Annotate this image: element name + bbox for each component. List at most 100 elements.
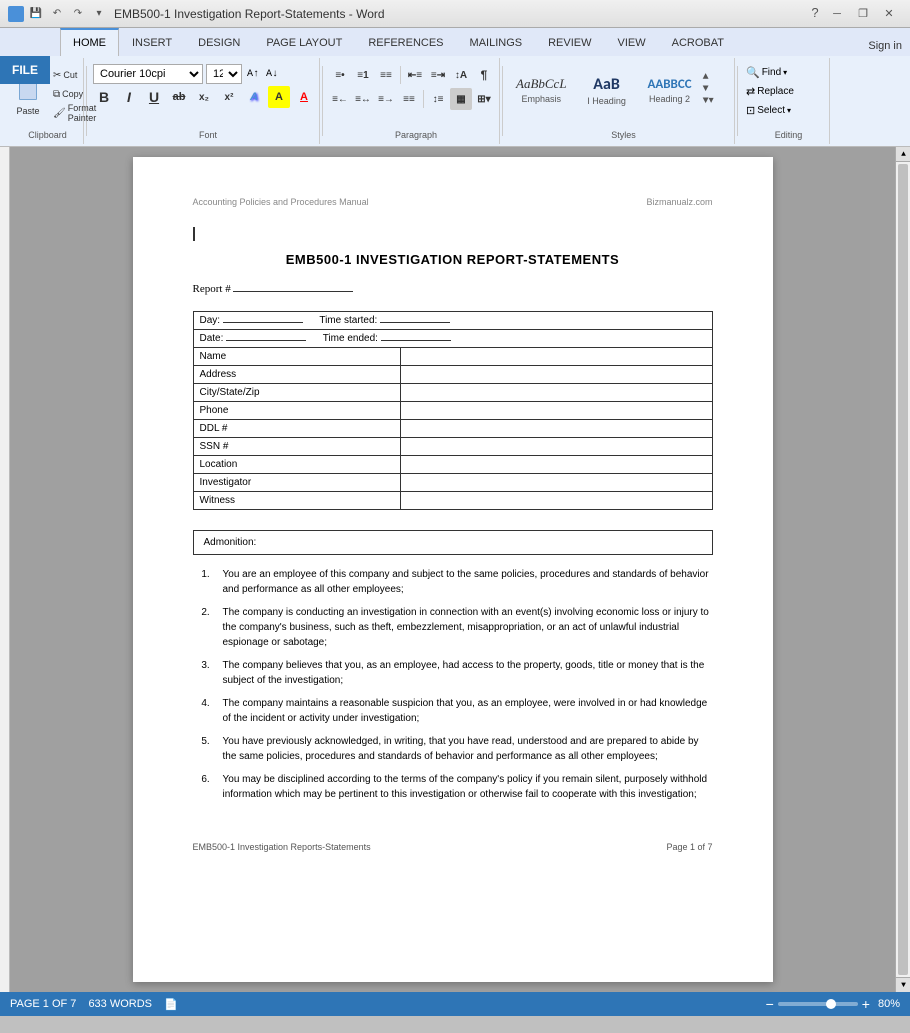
- scroll-up-btn[interactable]: ▲: [896, 147, 910, 162]
- status-bar: PAGE 1 OF 7 633 WORDS 📄 − + 80%: [0, 992, 910, 1016]
- text-effects-btn[interactable]: A: [243, 86, 265, 108]
- zoom-slider[interactable]: − +: [766, 996, 870, 1012]
- word-icon: [8, 6, 24, 22]
- borders-btn[interactable]: ⊞▾: [473, 88, 495, 110]
- file-tab[interactable]: FILE: [0, 56, 50, 84]
- date-line: [226, 340, 306, 341]
- city-row: City/State/Zip: [193, 384, 712, 402]
- font-name-select[interactable]: Courier 10cpi: [93, 64, 203, 84]
- save-quick-btn[interactable]: 💾: [27, 5, 45, 23]
- clipboard-small-btns: ✂ Cut ⧉ Copy 🖌 Format Painter: [50, 64, 78, 122]
- font-size-decrease-btn[interactable]: A↓: [264, 66, 280, 82]
- tab-view[interactable]: VIEW: [605, 28, 659, 56]
- format-painter-btn[interactable]: 🖌 Format Painter: [50, 104, 78, 122]
- redo-quick-btn[interactable]: ↷: [69, 5, 87, 23]
- tab-mailings[interactable]: MAILINGS: [457, 28, 536, 56]
- style-heading1[interactable]: AaB I Heading: [577, 63, 637, 118]
- select-btn[interactable]: ⊡ Select ▾: [744, 102, 796, 119]
- line-spacing-btn[interactable]: ↕≡: [427, 88, 449, 110]
- help-btn[interactable]: ?: [806, 4, 824, 22]
- zoom-track[interactable]: [778, 1002, 858, 1006]
- tab-insert[interactable]: INSERT: [119, 28, 185, 56]
- text-highlight-btn[interactable]: A: [268, 86, 290, 108]
- styles-gallery: AaBbCcL Emphasis AaB I Heading AABBCC He…: [509, 60, 714, 120]
- replace-btn[interactable]: ⇄ Replace: [744, 83, 796, 100]
- zoom-in-btn[interactable]: +: [862, 996, 870, 1012]
- bullets-btn[interactable]: ≡•: [329, 64, 351, 86]
- scroll-down-btn[interactable]: ▼: [896, 977, 910, 992]
- show-para-btn[interactable]: ¶: [473, 64, 495, 86]
- address-row: Address: [193, 366, 712, 384]
- italic-btn[interactable]: I: [118, 86, 140, 108]
- align-left-btn[interactable]: ≡←: [329, 88, 351, 110]
- minimize-btn[interactable]: ─: [824, 4, 850, 24]
- header-left: Accounting Policies and Procedures Manua…: [193, 197, 369, 207]
- subscript-btn[interactable]: x₂: [193, 86, 215, 108]
- find-btn[interactable]: 🔍 Find ▾: [744, 64, 796, 81]
- numbered-list: You are an employee of this company and …: [193, 567, 713, 802]
- styles-scroll[interactable]: ▲ ▼ ▼▾: [703, 72, 714, 108]
- phone-label: Phone: [193, 402, 401, 420]
- document-scroll[interactable]: Accounting Policies and Procedures Manua…: [10, 147, 895, 992]
- shading-btn[interactable]: ▦: [450, 88, 472, 110]
- tab-page-layout[interactable]: PAGE LAYOUT: [253, 28, 355, 56]
- city-value: [401, 384, 712, 402]
- list-item-2: The company is conducting an investigati…: [213, 605, 713, 650]
- doc-stats-icon[interactable]: 📄: [164, 998, 178, 1011]
- font-size-increase-btn[interactable]: A↑: [245, 66, 261, 82]
- list-btns-row: ≡• ≡1 ≡≡ ⇤≡ ≡⇥ ↕A ¶: [329, 64, 495, 86]
- ddl-row: DDL #: [193, 420, 712, 438]
- city-label: City/State/Zip: [193, 384, 401, 402]
- ssn-label: SSN #: [193, 438, 401, 456]
- scroll-thumb[interactable]: [898, 164, 908, 975]
- close-btn[interactable]: ✕: [876, 4, 902, 24]
- restore-btn[interactable]: ❐: [850, 4, 876, 24]
- style-emphasis[interactable]: AaBbCcL Emphasis: [509, 63, 574, 118]
- page-header: Accounting Policies and Procedures Manua…: [193, 197, 713, 207]
- multilevel-btn[interactable]: ≡≡: [375, 64, 397, 86]
- numbering-btn[interactable]: ≡1: [352, 64, 374, 86]
- align-center-btn[interactable]: ≡↔: [352, 88, 374, 110]
- decrease-indent-btn[interactable]: ⇤≡: [404, 64, 426, 86]
- tab-home[interactable]: HOME: [60, 28, 119, 56]
- increase-indent-btn[interactable]: ≡⇥: [427, 64, 449, 86]
- justify-btn[interactable]: ≡≡: [398, 88, 420, 110]
- copy-btn[interactable]: ⧉ Copy: [50, 85, 78, 103]
- cursor-position: [193, 227, 713, 244]
- styles-group: AaBbCcL Emphasis AaB I Heading AABBCC He…: [505, 58, 735, 144]
- tab-references[interactable]: REFERENCES: [355, 28, 456, 56]
- style-heading2[interactable]: AABBCC Heading 2: [640, 63, 700, 118]
- scrollbar-right[interactable]: ▲ ▼: [895, 147, 910, 992]
- customize-quick-btn[interactable]: ▾: [90, 5, 108, 23]
- tab-review[interactable]: REVIEW: [535, 28, 604, 56]
- underline-btn[interactable]: U: [143, 86, 165, 108]
- divider-1: [86, 66, 87, 136]
- align-right-btn[interactable]: ≡→: [375, 88, 397, 110]
- sort-btn[interactable]: ↕A: [450, 64, 472, 86]
- editing-label: Editing: [744, 130, 833, 140]
- undo-quick-btn[interactable]: ↶: [48, 5, 66, 23]
- word-count: 633 WORDS: [88, 998, 152, 1010]
- superscript-btn[interactable]: x²: [218, 86, 240, 108]
- day-line: [223, 322, 303, 323]
- cut-btn[interactable]: ✂ Cut: [50, 66, 78, 84]
- window-title: EMB500-1 Investigation Report-Statements…: [114, 7, 385, 21]
- time-ended-line: [381, 340, 451, 341]
- location-label: Location: [193, 456, 401, 474]
- list-item-3: The company believes that you, as an emp…: [213, 658, 713, 688]
- zoom-thumb[interactable]: [826, 999, 836, 1009]
- document-page[interactable]: Accounting Policies and Procedures Manua…: [133, 157, 773, 982]
- strikethrough-btn[interactable]: ab: [168, 86, 190, 108]
- address-value: [401, 366, 712, 384]
- document-area: Accounting Policies and Procedures Manua…: [0, 147, 910, 992]
- tab-design[interactable]: DESIGN: [185, 28, 253, 56]
- font-color-btn[interactable]: A: [293, 86, 315, 108]
- investigator-row: Investigator: [193, 474, 712, 492]
- bold-btn[interactable]: B: [93, 86, 115, 108]
- sign-in-btn[interactable]: Sign in: [860, 36, 910, 56]
- admonition-box: Admonition:: [193, 530, 713, 555]
- tab-acrobat[interactable]: ACROBAT: [659, 28, 737, 56]
- clipboard-label: Clipboard: [8, 130, 87, 140]
- zoom-out-btn[interactable]: −: [766, 996, 774, 1012]
- font-size-select[interactable]: 12: [206, 64, 242, 84]
